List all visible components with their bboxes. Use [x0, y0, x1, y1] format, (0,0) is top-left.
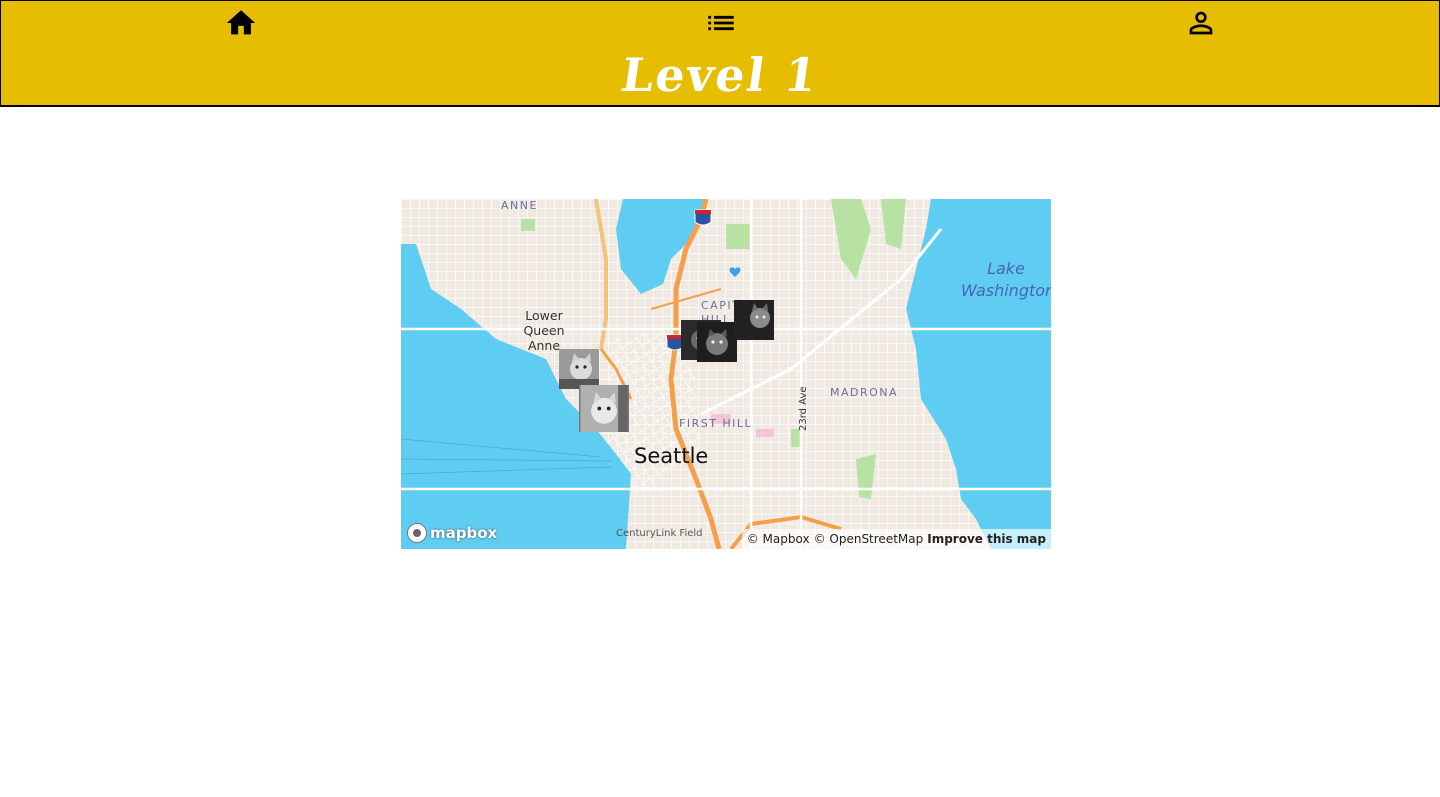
map-label-lower-queen-anne: Lower Queen Anne: [523, 308, 565, 353]
map-attribution: © Mapbox © OpenStreetMap Improve this ma…: [741, 529, 1051, 549]
list-button[interactable]: [703, 5, 739, 41]
map-label-seattle: Seattle: [634, 444, 709, 468]
cat-photo-icon: [697, 322, 737, 362]
i5-shield-north: [694, 209, 712, 226]
map-label-lake-washington: Lake Washington: [961, 259, 1051, 300]
cat-photo-marker[interactable]: [559, 349, 599, 389]
mapbox-logo-icon: [407, 523, 427, 543]
cat-photo-icon: [734, 300, 774, 340]
map-label-23rd-ave: 23rd Ave: [798, 386, 809, 431]
cat-photo-marker[interactable]: [697, 322, 737, 362]
cat-photo-icon: [580, 385, 628, 432]
map-view[interactable]: ANNE Lake Washington Lower Queen Anne CA…: [401, 199, 1051, 549]
person-icon: [1189, 11, 1213, 35]
map-label-madrona: MADRONA: [830, 386, 899, 399]
list-icon: [708, 15, 734, 31]
improve-map-link[interactable]: Improve this map: [927, 532, 1046, 546]
home-icon: [226, 10, 256, 35]
mapbox-logo[interactable]: mapbox: [407, 523, 497, 543]
cat-photo-icon: [559, 349, 599, 389]
level-header: Level 1: [0, 45, 1440, 107]
page-title: Level 1: [617, 48, 823, 102]
map-base: [401, 199, 1051, 549]
cat-photo-marker[interactable]: [734, 300, 774, 340]
mapbox-logo-text: mapbox: [430, 524, 498, 542]
top-nav-bar: [0, 0, 1440, 46]
attribution-osm-link[interactable]: © OpenStreetMap: [814, 532, 924, 546]
cat-photo-marker[interactable]: [579, 385, 629, 432]
map-label-first-hill: FIRST HILL: [679, 417, 753, 430]
map-label-anne: ANNE: [501, 199, 538, 212]
home-button[interactable]: [223, 5, 259, 41]
profile-button[interactable]: [1183, 5, 1219, 41]
map-label-centurylink-field: CenturyLink Field: [616, 528, 703, 539]
attribution-mapbox-link[interactable]: © Mapbox: [747, 532, 810, 546]
